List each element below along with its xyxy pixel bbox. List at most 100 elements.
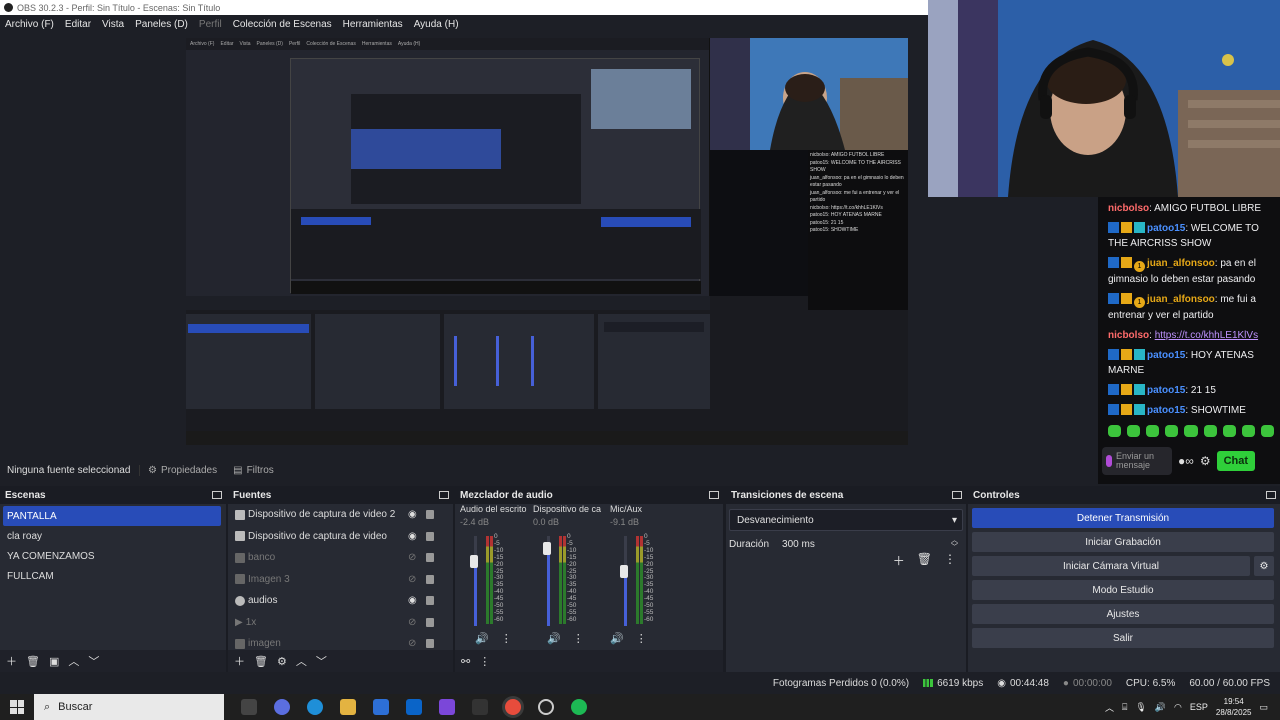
- chat-username[interactable]: patoo15: [1147, 405, 1185, 416]
- chrome-icon[interactable]: [505, 699, 521, 715]
- menu-ayuda[interactable]: Ayuda (H): [414, 19, 459, 30]
- chat-username[interactable]: patoo15: [1147, 350, 1185, 361]
- m365-icon[interactable]: [439, 699, 455, 715]
- start-recording-button[interactable]: Iniciar Grabación: [972, 532, 1274, 552]
- studio-mode-button[interactable]: Modo Estudio: [972, 580, 1274, 600]
- menu-perfil[interactable]: Perfil: [199, 19, 222, 30]
- scene-item[interactable]: YA COMENZAMOS: [0, 546, 226, 566]
- lock-icon[interactable]: [426, 510, 434, 519]
- eye-hidden-icon[interactable]: ⊘: [408, 617, 416, 628]
- eye-icon[interactable]: ◉: [408, 595, 417, 606]
- eye-hidden-icon[interactable]: ⊘: [408, 574, 416, 585]
- clock[interactable]: 19:54 28/8/2025: [1216, 696, 1252, 718]
- volume-meter[interactable]: 0 -5 -10 -15 -20 -25 -30 -35 -40 -45 -50 -55 -60: [612, 533, 656, 626]
- menu-vista[interactable]: Vista: [102, 19, 124, 30]
- menu-herramientas[interactable]: Herramientas: [343, 19, 403, 30]
- filters-button[interactable]: ▤ Filtros: [225, 465, 282, 476]
- eye-icon[interactable]: ◉: [408, 531, 417, 542]
- menu-coleccion-escenas[interactable]: Colección de Escenas: [233, 19, 332, 30]
- volume-slider-handle[interactable]: [470, 554, 478, 568]
- chat-username[interactable]: patoo15: [1147, 385, 1185, 396]
- undock-icon[interactable]: [439, 491, 449, 499]
- source-item[interactable]: Dispositivo de captura de video ◉: [228, 526, 453, 548]
- emote-icon[interactable]: [1260, 425, 1274, 437]
- volume-meter[interactable]: 0 -5 -10 -15 -20 -25 -30 -35 -40 -45 -50 -55 -60: [535, 533, 579, 626]
- store-icon[interactable]: [373, 699, 389, 715]
- source-item[interactable]: ▶ 1x ⊘: [228, 612, 453, 634]
- source-item[interactable]: Dispositivo de captura de video 2 ◉: [228, 504, 453, 526]
- bits-icon[interactable]: ●∞: [1178, 454, 1194, 468]
- more-icon[interactable]: ⋮: [479, 655, 490, 668]
- spotify-icon[interactable]: [571, 699, 587, 715]
- copilot-icon[interactable]: [274, 699, 290, 715]
- scene-item[interactable]: cla roay: [0, 526, 226, 546]
- emote-icon[interactable]: [1222, 425, 1236, 437]
- filter-icon[interactable]: ▣: [49, 655, 59, 668]
- file-explorer-icon[interactable]: [340, 699, 356, 715]
- chat-username[interactable]: juan_alfonsoo: [1147, 294, 1215, 305]
- lock-icon[interactable]: [426, 639, 434, 648]
- network-icon[interactable]: ⌸: [1122, 702, 1127, 713]
- scene-item[interactable]: PANTALLA: [3, 506, 221, 526]
- speaker-icon[interactable]: 🔊: [547, 632, 561, 645]
- add-icon[interactable]: ＋: [234, 653, 245, 669]
- trash-icon[interactable]: 🗑: [254, 655, 268, 668]
- settings-button[interactable]: Ajustes: [972, 604, 1274, 624]
- spin-icon[interactable]: ︿ ﹀: [951, 537, 958, 551]
- more-icon[interactable]: ⋮: [636, 632, 647, 645]
- emote-icon[interactable]: [1203, 425, 1217, 437]
- start-virtual-cam-button[interactable]: Iniciar Cámara Virtual: [972, 556, 1250, 576]
- emote-icon[interactable]: [1108, 425, 1122, 437]
- gear-icon[interactable]: ⚙: [1200, 454, 1211, 468]
- chat-username[interactable]: juan_alfonsoo: [1147, 258, 1215, 269]
- volume-slider-handle[interactable]: [620, 565, 628, 579]
- undock-icon[interactable]: [709, 491, 719, 499]
- language-indicator[interactable]: ESP: [1190, 702, 1208, 712]
- scene-item[interactable]: FULLCAM: [0, 566, 226, 586]
- emote-icon[interactable]: [1146, 425, 1160, 437]
- chat-link[interactable]: https://t.co/khhLE1KlVs: [1155, 330, 1258, 341]
- source-item[interactable]: banco ⊘: [228, 547, 453, 569]
- outlook-icon[interactable]: [406, 699, 422, 715]
- emote-icon[interactable]: [1184, 425, 1198, 437]
- epic-games-icon[interactable]: [472, 699, 488, 715]
- emote-icon[interactable]: [1241, 425, 1255, 437]
- undock-icon[interactable]: [1266, 491, 1276, 499]
- eye-hidden-icon[interactable]: ⊘: [408, 552, 416, 563]
- lock-icon[interactable]: [426, 596, 434, 605]
- task-view-icon[interactable]: [241, 699, 257, 715]
- edge-icon[interactable]: [307, 699, 323, 715]
- chevron-up-icon[interactable]: ︿: [296, 653, 307, 669]
- volume-icon[interactable]: 🔊: [1155, 702, 1166, 713]
- chat-username[interactable]: nicbolso: [1108, 330, 1149, 341]
- speaker-icon[interactable]: 🔊: [610, 632, 624, 645]
- chevron-up-icon[interactable]: ︿: [1105, 701, 1114, 714]
- exit-button[interactable]: Salir: [972, 628, 1274, 648]
- emote-icon[interactable]: [1127, 425, 1141, 437]
- chevron-down-icon[interactable]: ﹀: [316, 653, 327, 669]
- eye-icon[interactable]: ◉: [408, 509, 417, 520]
- more-icon[interactable]: ⋮: [944, 552, 956, 569]
- lock-icon[interactable]: [426, 574, 434, 584]
- chevron-up-icon[interactable]: ︿: [68, 653, 79, 669]
- chat-username[interactable]: patoo15: [1147, 223, 1185, 234]
- chat-username[interactable]: nicbolso: [1108, 203, 1149, 214]
- eye-hidden-icon[interactable]: ⊘: [408, 638, 416, 649]
- gear-icon[interactable]: ⚙: [1254, 556, 1274, 576]
- obs-icon[interactable]: [538, 699, 554, 715]
- chat-send-button[interactable]: Chat: [1216, 451, 1256, 471]
- mic-icon[interactable]: 🎙: [1135, 702, 1146, 713]
- lock-icon[interactable]: [426, 617, 434, 627]
- more-icon[interactable]: ⋮: [573, 632, 584, 645]
- lock-icon[interactable]: [426, 553, 434, 562]
- speaker-icon[interactable]: 🔊: [475, 632, 489, 645]
- more-icon[interactable]: ⋮: [501, 632, 512, 645]
- wifi-icon[interactable]: ◠: [1174, 702, 1182, 713]
- notification-icon[interactable]: ▭: [1259, 702, 1268, 713]
- volume-meter[interactable]: 0 -5 -10 -15 -20 -25 -30 -35 -40 -45 -50 -55 -60: [462, 533, 506, 626]
- properties-button[interactable]: ⚙ Propiedades: [140, 465, 225, 476]
- preview-area[interactable]: Archivo (F) Editar Vista Paneles (D) Per…: [0, 33, 928, 453]
- undock-icon[interactable]: [952, 491, 962, 499]
- undock-icon[interactable]: [212, 491, 222, 499]
- mic-icon[interactable]: [1106, 455, 1113, 467]
